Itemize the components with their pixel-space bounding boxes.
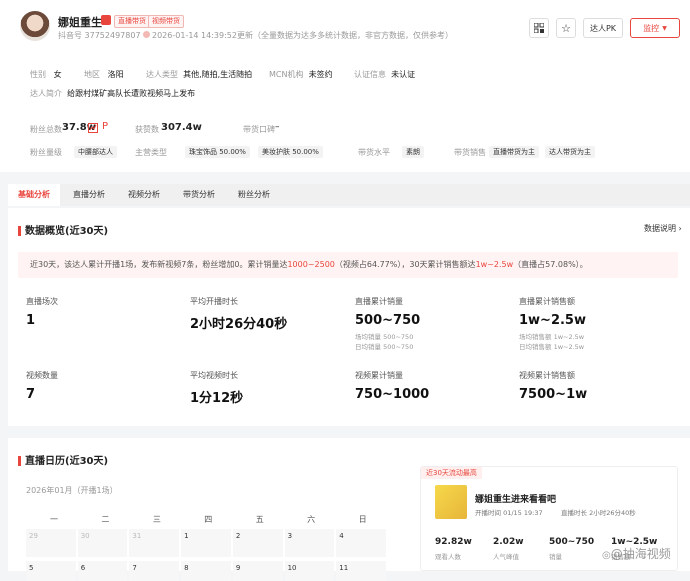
live-peak-label: 人气峰值	[493, 553, 519, 561]
fans-level-chip: 中腰部达人	[74, 146, 117, 158]
profile-card: 娜姐重生 直播带货 视频带货 抖音号 37752497807 2026-01-1…	[0, 0, 690, 172]
clock-icon	[143, 31, 150, 38]
weekday: 三	[152, 515, 161, 524]
level-chip: 素朗	[402, 146, 424, 158]
tag-video: 视频带货	[148, 15, 184, 28]
info-region: 地区 洛阳	[84, 70, 124, 79]
trend-chart-icon	[88, 123, 98, 133]
tag-live: 直播带货	[114, 15, 150, 28]
info-verify: 认证信息 未认证	[354, 70, 416, 79]
weekday: 二	[101, 515, 110, 524]
stat-live-revenue: 直播累计销售额 1w~2.5w 场均销售额 1w~2.5w 日均销售额 1w~2…	[519, 297, 586, 351]
live-viewers: 92.82w	[435, 537, 472, 547]
tab-cargo[interactable]: 带货分析	[172, 184, 226, 206]
monitor-label: 监控	[643, 23, 660, 33]
calendar-day[interactable]: 9	[232, 561, 283, 581]
stat-live-count: 直播场次 1	[26, 297, 58, 328]
method-label: 带货销售	[454, 148, 486, 157]
calendar-month: 2026年01月（开播1场）	[26, 486, 118, 495]
update-time: 2026-01-14 14:39:52更新（全量数据为达多多统计数据，非官方数据…	[152, 31, 453, 40]
qr-code-button[interactable]	[529, 18, 549, 38]
method-chip: 达人带货为主	[545, 146, 595, 158]
fans-trend: P	[102, 121, 109, 132]
weekday: 四	[204, 515, 213, 524]
calendar-day[interactable]: 5	[26, 561, 76, 581]
live-peak: 2.02w	[493, 537, 524, 547]
likes-value: 307.4w	[161, 122, 202, 133]
stat-video-revenue: 视频累计销售额 7500~1w	[519, 371, 588, 402]
main-cat-chip: 美妆护肤 50.00%	[258, 146, 323, 158]
cargo-label: 带货口碑	[243, 125, 275, 134]
main-cat-chip: 珠宝饰品 50.00%	[185, 146, 250, 158]
calendar-day[interactable]: 8	[181, 561, 231, 581]
calendar-day[interactable]: 29	[26, 529, 76, 557]
calendar-day[interactable]: 1	[181, 529, 231, 557]
watermark: ◎@抽海视频	[602, 547, 671, 561]
tab-live[interactable]: 直播分析	[62, 184, 116, 206]
calendar-row: 29 30 31 1 2 3 4	[26, 529, 386, 557]
overview-summary: 近30天，该达人累计开播1场，发布新视频7条，粉丝增加0。累计销量达1000~2…	[18, 252, 678, 278]
calendar-day[interactable]: 10	[284, 561, 335, 581]
weibo-icon: ◎	[602, 550, 611, 561]
fans-level-label: 粉丝量级	[30, 148, 62, 157]
live-duration: 直播时长 2小时26分40秒	[561, 509, 636, 517]
favorite-button[interactable]: ☆	[556, 18, 576, 38]
calendar-card: 直播日历(近30天) 2026年01月（开播1场） 一 二 三 四 五 六 日 …	[8, 438, 690, 581]
calendar-day[interactable]: 4	[336, 529, 386, 557]
info-mcn: MCN机构 未签约	[269, 70, 333, 79]
method-chip: 直播带货为主	[489, 146, 539, 158]
level-label: 带货水平	[358, 148, 390, 157]
cargo-value: –	[275, 122, 280, 132]
calendar-row: 5 6 7 8 9 10 11	[26, 561, 386, 581]
chevron-down-icon: ▼	[662, 24, 667, 32]
live-title: 娜姐重生进来看看吧	[475, 495, 557, 505]
live-time: 开播时间 01/15 19:37	[475, 509, 543, 517]
monitor-button[interactable]: 监控 ▼	[630, 18, 680, 38]
live-sales-label: 销量	[549, 553, 562, 561]
stat-live-duration: 平均开播时长 2小时26分40秒	[190, 297, 288, 332]
info-type: 达人类型 其他,随拍,生活随拍	[146, 70, 253, 79]
weekday: 六	[307, 515, 316, 524]
top-session-badge: 近30天流动最高	[421, 467, 482, 479]
tab-video[interactable]: 视频分析	[117, 184, 171, 206]
stat-video-duration: 平均视频时长 1分12秒	[190, 371, 244, 406]
stat-video-sales: 视频累计销量 750~1000	[355, 371, 430, 402]
calendar-day[interactable]: 2	[232, 529, 283, 557]
weekday: 日	[358, 515, 367, 524]
calendar-day[interactable]: 7	[129, 561, 180, 581]
data-explain-link[interactable]: 数据说明 ›	[644, 223, 682, 234]
live-sales: 500~750	[549, 537, 595, 547]
stat-video-count: 视频数量 7	[26, 371, 58, 402]
calendar-day[interactable]: 31	[129, 529, 180, 557]
pk-button[interactable]: 达人PK	[583, 18, 623, 38]
qr-code-icon	[534, 23, 544, 33]
info-gender: 性别 女	[30, 70, 62, 79]
stat-live-sales: 直播累计销量 500~750 场均销量 500~750 日均销量 500~750	[355, 297, 421, 351]
fans-label: 粉丝总数	[30, 125, 62, 134]
calendar-day[interactable]: 6	[77, 561, 128, 581]
profile-id: 抖音号 37752497807	[58, 31, 141, 40]
calendar-day[interactable]: 11	[336, 561, 386, 581]
calendar-title: 直播日历(近30天)	[18, 452, 108, 467]
calendar-day[interactable]: 30	[77, 529, 128, 557]
weekday-row: 一 二 三 四 五 六 日	[26, 514, 386, 525]
profile-name: 娜姐重生	[58, 16, 102, 29]
info-icon	[101, 15, 111, 25]
info-intro: 达人简介 给跟村煤矿高队长遭败视频马上发布	[30, 89, 196, 98]
overview-card: 数据概览(近30天) 数据说明 › 近30天，该达人累计开播1场，发布新视频7条…	[8, 208, 690, 426]
tab-fans[interactable]: 粉丝分析	[227, 184, 281, 206]
weekday: 五	[255, 515, 264, 524]
live-cover-thumbnail	[435, 485, 467, 519]
live-viewers-label: 观看人数	[435, 553, 461, 561]
calendar-day[interactable]: 3	[284, 529, 335, 557]
main-cat-label: 主营类型	[135, 148, 167, 157]
weekday: 一	[50, 515, 58, 524]
likes-label: 获赞数	[135, 125, 159, 134]
star-icon: ☆	[561, 21, 571, 35]
avatar[interactable]	[20, 11, 50, 41]
tab-basic[interactable]: 基础分析	[8, 184, 60, 206]
overview-title: 数据概览(近30天)	[18, 222, 108, 237]
